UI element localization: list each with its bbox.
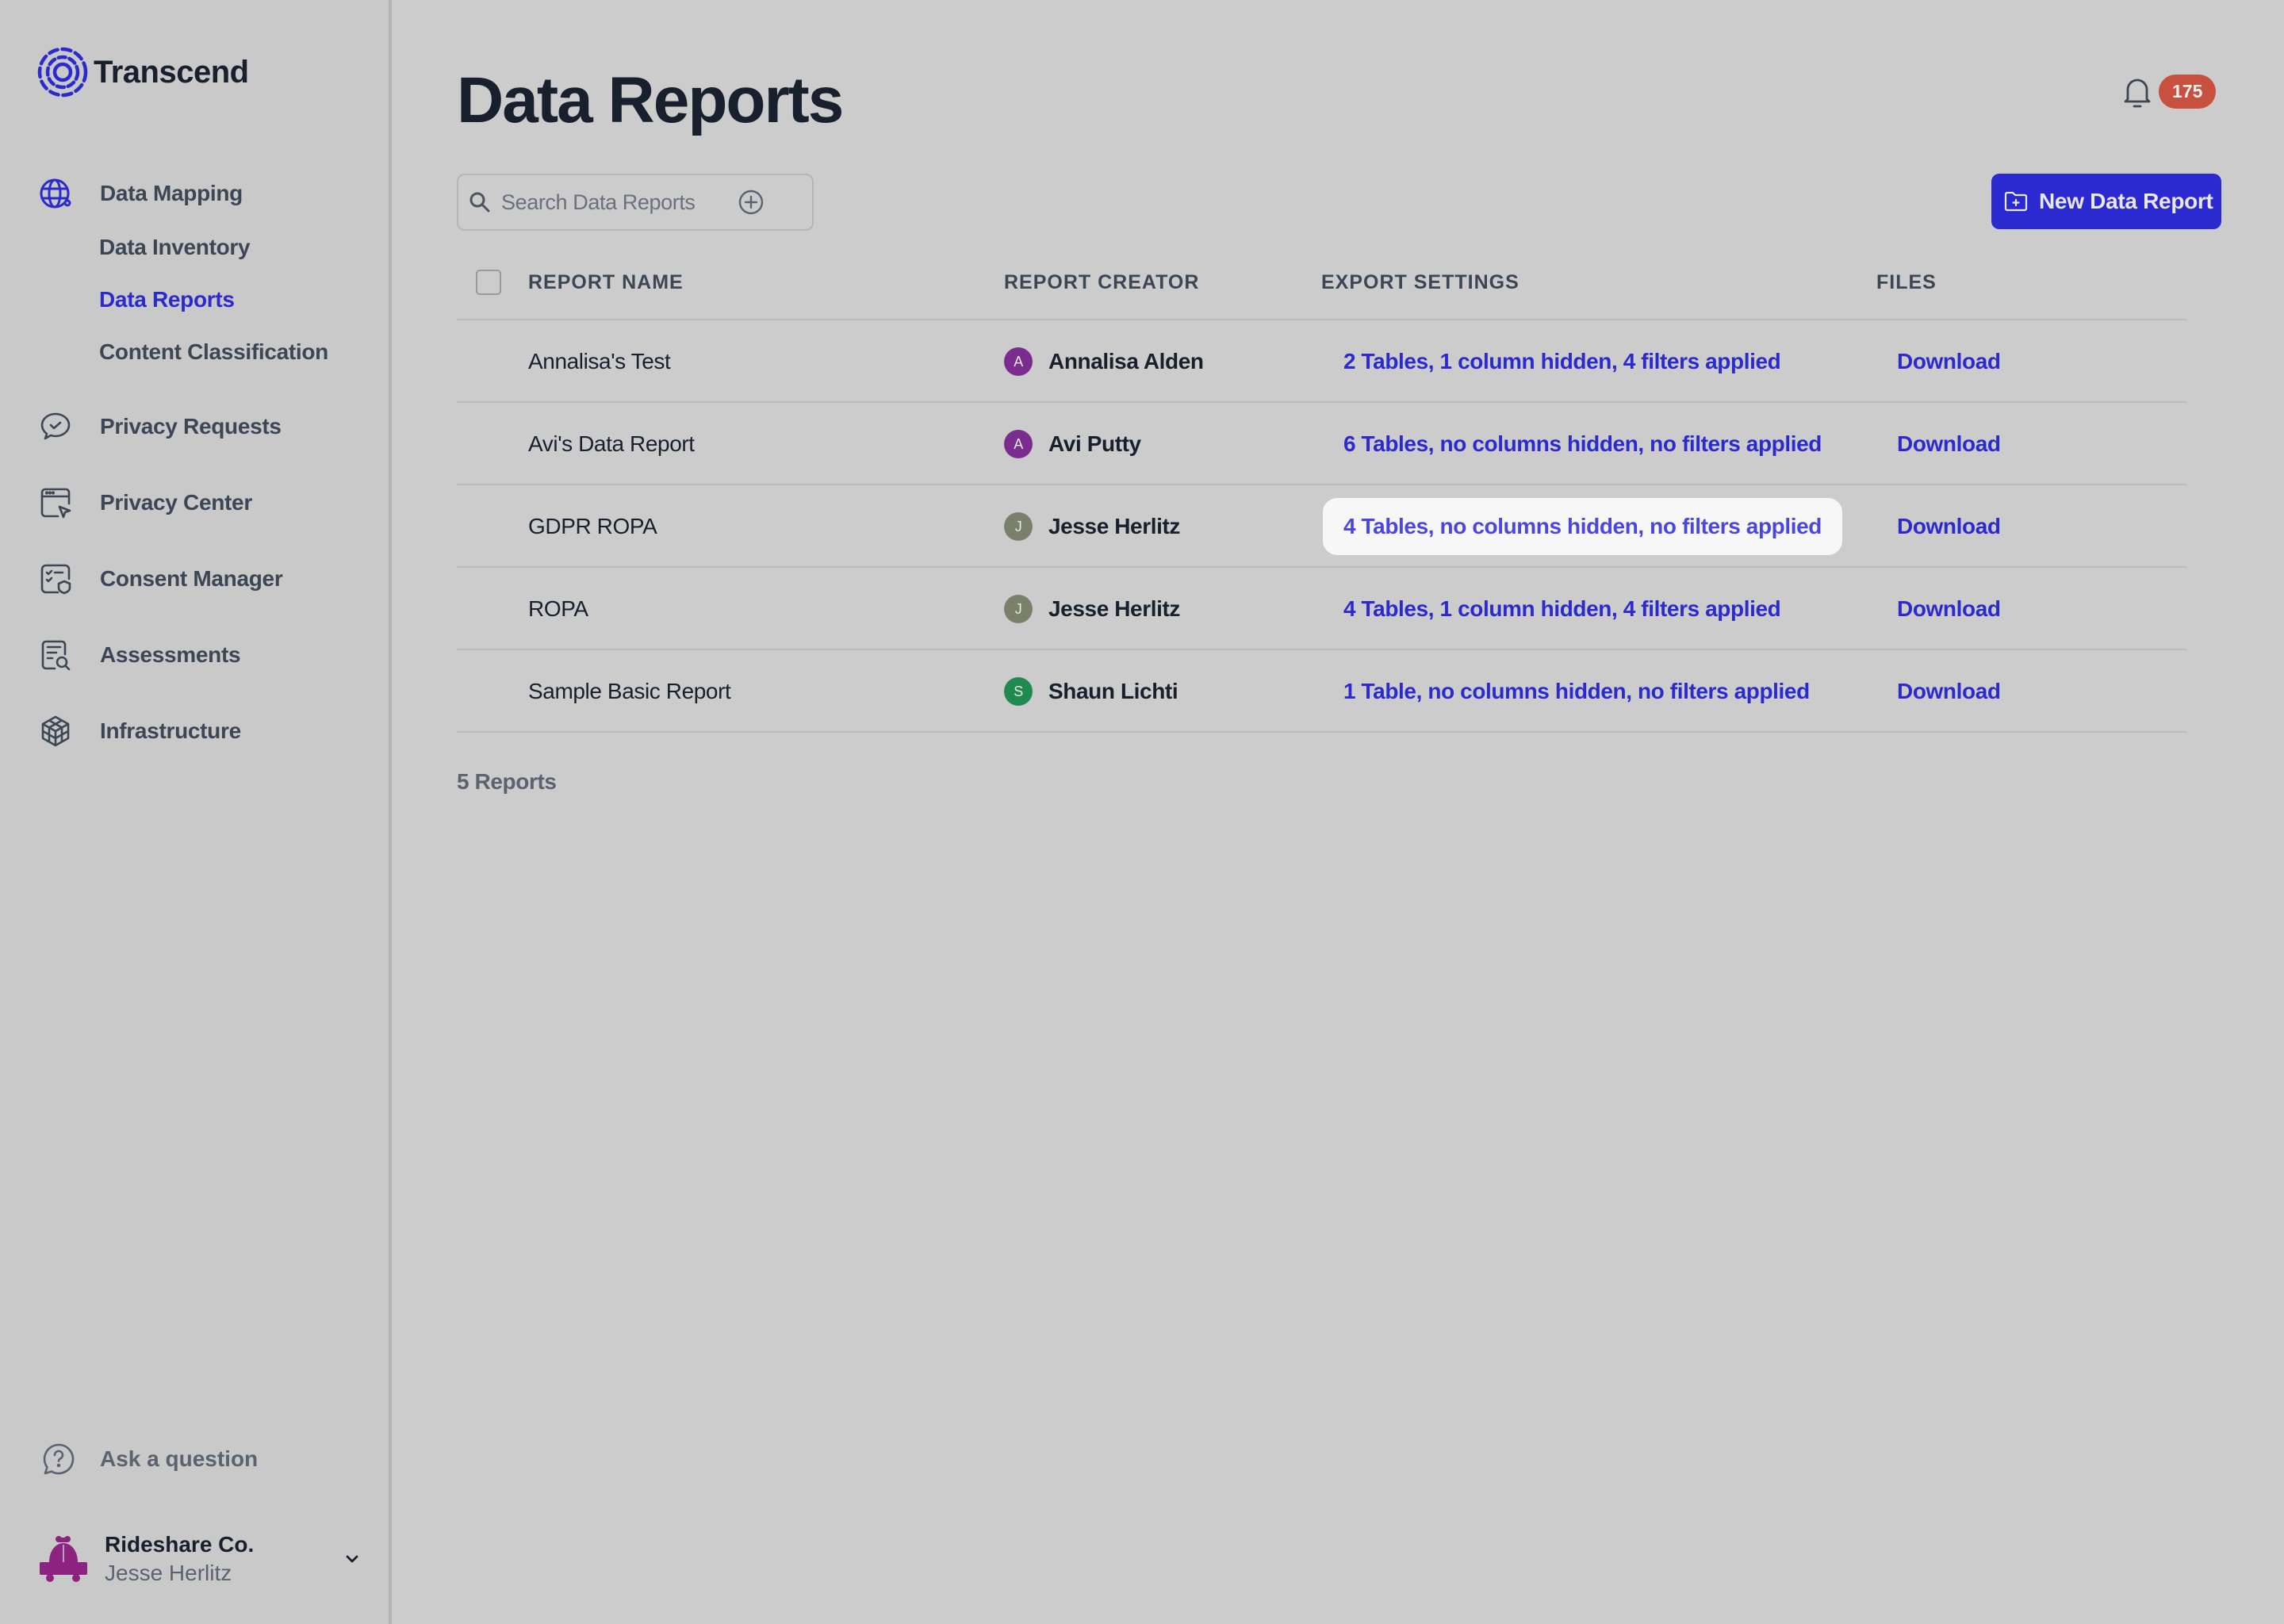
download-link[interactable]: Download [1897,349,2001,374]
column-header-export-settings[interactable]: EXPORT SETTINGS [1321,271,1519,294]
document-search-icon [38,638,73,672]
ask-a-question-label: Ask a question [100,1446,259,1471]
user-name: Jesse Herlitz [105,1561,232,1585]
report-name[interactable]: Sample Basic Report [528,650,731,733]
transcend-logo-icon [37,47,88,98]
export-settings-link[interactable]: 1 Table, no columns hidden, no filters a… [1323,663,1830,720]
download-link[interactable]: Download [1897,514,2001,539]
app-name: Transcend [94,54,249,90]
export-settings-link[interactable]: 4 Tables, no columns hidden, no filters … [1323,498,1842,555]
avatar: S [1004,677,1033,706]
new-data-report-button[interactable]: New Data Report [1991,174,2221,229]
table-row[interactable]: Sample Basic Report S Shaun Lichti 1 Tab… [457,650,2187,733]
table-row[interactable]: GDPR ROPA J Jesse Herlitz 4 Tables, no c… [457,485,2187,568]
table-row[interactable]: Avi's Data Report A Avi Putty 6 Tables, … [457,403,2187,485]
sidebar-subitem-data-reports[interactable]: Data Reports [99,287,235,312]
report-creator: J Jesse Herlitz [1004,568,1180,650]
avatar: A [1004,347,1033,376]
sidebar-item-privacy-requests[interactable]: Privacy Requests [38,407,282,446]
files-cell: Download [1897,650,2001,733]
car-logo-icon [40,1536,87,1582]
table-header: REPORT NAME REPORT CREATOR EXPORT SETTIN… [457,254,2187,320]
sidebar-item-label: Data Mapping [100,181,243,205]
sidebar-item-privacy-center[interactable]: Privacy Center [38,483,252,523]
table-body: Annalisa's Test A Annalisa Alden 2 Table… [457,320,2187,733]
report-name[interactable]: Annalisa's Test [528,320,671,403]
organization-name: Rideshare Co. [105,1532,255,1557]
report-count: 5 Reports [457,769,557,794]
table-row[interactable]: ROPA J Jesse Herlitz 4 Tables, 1 column … [457,568,2187,650]
folder-plus-icon [2004,191,2028,212]
cube-icon [38,714,73,749]
account-switcher[interactable]: Rideshare Co. Jesse Herlitz [38,1529,363,1589]
sidebar-item-consent-manager[interactable]: Consent Manager [38,559,283,599]
files-cell: Download [1897,568,2001,650]
chat-check-icon [38,409,73,444]
search-icon [469,192,490,213]
sidebar-item-label: Consent Manager [100,566,283,591]
report-creator: J Jesse Herlitz [1004,485,1180,568]
export-settings-cell: 4 Tables, 1 column hidden, 4 filters app… [1323,568,1801,650]
export-settings-link[interactable]: 4 Tables, 1 column hidden, 4 filters app… [1323,580,1801,638]
files-cell: Download [1897,403,2001,485]
report-creator: A Annalisa Alden [1004,320,1204,403]
sidebar-item-label: Privacy Center [100,490,252,515]
report-name[interactable]: ROPA [528,568,588,650]
download-link[interactable]: Download [1897,431,2001,457]
avatar: J [1004,512,1033,541]
creator-name: Annalisa Alden [1048,349,1204,373]
reports-table: REPORT NAME REPORT CREATOR EXPORT SETTIN… [457,254,2187,733]
bell-icon [2124,79,2151,107]
download-link[interactable]: Download [1897,679,2001,704]
table-row[interactable]: Annalisa's Test A Annalisa Alden 2 Table… [457,320,2187,403]
files-cell: Download [1897,320,2001,403]
column-header-report-creator[interactable]: REPORT CREATOR [1004,271,1199,294]
chevron-down-icon [346,1555,358,1563]
creator-name: Jesse Herlitz [1048,596,1181,621]
export-settings-cell: 2 Tables, 1 column hidden, 4 filters app… [1323,320,1801,403]
export-settings-cell: 4 Tables, no columns hidden, no filters … [1323,485,1842,568]
select-all-checkbox[interactable] [476,270,501,295]
avatar: J [1004,595,1033,623]
sidebar-subitem-content-classification[interactable]: Content Classification [99,339,328,365]
sidebar-item-assessments[interactable]: Assessments [38,635,241,675]
globe-icon [38,176,73,211]
search-box[interactable] [457,174,814,231]
checklist-shield-icon [38,561,73,596]
sidebar-item-label: Assessments [100,642,241,667]
new-data-report-label: New Data Report [2039,189,2213,213]
add-filter-icon[interactable] [738,189,765,216]
report-name[interactable]: Avi's Data Report [528,403,695,485]
column-header-files[interactable]: FILES [1876,271,1937,294]
notifications-button[interactable]: 175 [2122,75,2217,109]
avatar: A [1004,430,1033,458]
notification-count-badge: 175 [2159,75,2217,109]
sidebar-item-label: Privacy Requests [100,414,282,439]
files-cell: Download [1897,485,2001,568]
ask-a-question-link[interactable]: Ask a question [41,1442,258,1477]
download-link[interactable]: Download [1897,596,2001,622]
report-creator: S Shaun Lichti [1004,650,1178,733]
column-header-report-name[interactable]: REPORT NAME [528,271,684,294]
question-chat-icon [43,1443,75,1475]
export-settings-cell: 6 Tables, no columns hidden, no filters … [1323,403,1842,485]
report-name[interactable]: GDPR ROPA [528,485,657,568]
creator-name: Shaun Lichti [1048,679,1178,703]
transcend-logo[interactable]: Transcend [36,46,249,98]
export-settings-link[interactable]: 2 Tables, 1 column hidden, 4 filters app… [1323,333,1801,390]
creator-name: Jesse Herlitz [1048,514,1181,538]
report-creator: A Avi Putty [1004,403,1141,485]
export-settings-link[interactable]: 6 Tables, no columns hidden, no filters … [1323,416,1842,473]
sidebar: Transcend Data Mapping Data Inventory Da… [0,0,392,1624]
browser-cursor-icon [38,485,73,520]
export-settings-cell: 1 Table, no columns hidden, no filters a… [1323,650,1830,733]
search-input[interactable] [501,190,731,215]
creator-name: Avi Putty [1048,431,1141,456]
sidebar-item-label: Infrastructure [100,718,241,743]
sidebar-subitem-data-inventory[interactable]: Data Inventory [99,235,251,260]
sidebar-item-data-mapping[interactable]: Data Mapping [38,174,243,213]
page-title: Data Reports [457,64,844,136]
sidebar-item-infrastructure[interactable]: Infrastructure [38,711,241,751]
